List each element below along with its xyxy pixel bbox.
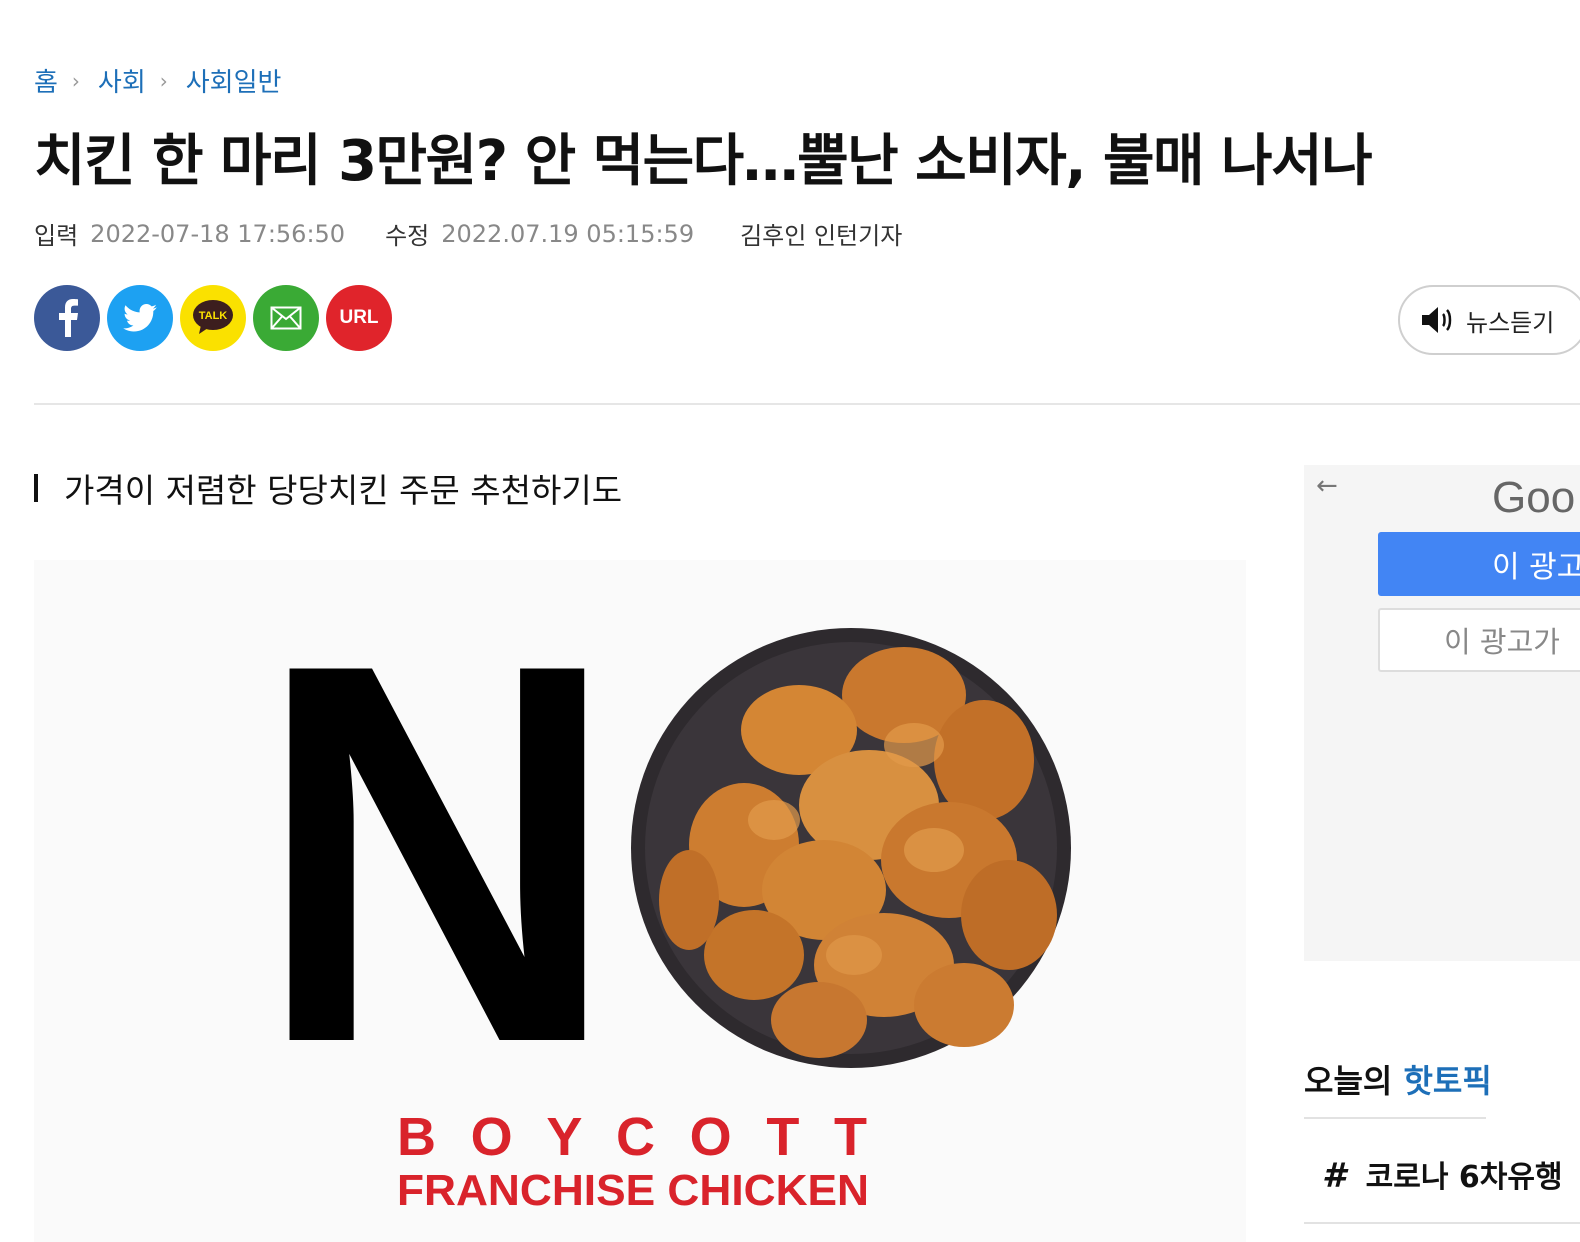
hot-topic-divider: [1304, 1222, 1580, 1224]
share-buttons: TALK URL: [34, 285, 392, 351]
arrow-left-icon[interactable]: ←: [1316, 471, 1338, 501]
speaker-icon: [1422, 307, 1452, 333]
article-meta: 입력 2022-07-18 17:56:50 수정 2022.07.19 05:…: [34, 216, 902, 251]
chevron-right-icon: ›: [71, 68, 80, 93]
url-copy-button[interactable]: URL: [326, 285, 392, 351]
ad-panel: ← Goo 이 광고 이 광고가: [1304, 465, 1580, 961]
input-label: 입력: [34, 222, 79, 250]
twitter-share-button[interactable]: [107, 285, 173, 351]
ad-brand-logo: Goo: [1492, 473, 1576, 522]
chevron-right-icon: ›: [159, 68, 168, 93]
kakaotalk-label: TALK: [198, 310, 228, 322]
hot-topics-title-prefix: 오늘의: [1304, 1062, 1404, 1100]
reporter-name[interactable]: 김후인 인턴기자: [740, 216, 902, 251]
mail-icon: [270, 306, 302, 330]
breadcrumb: 홈 › 사회 › 사회일반: [34, 62, 281, 99]
hot-topics-title-accent: 핫토픽: [1403, 1062, 1492, 1100]
article-photo: N B O Y C O T T FRANCHISE CHICKEN: [34, 560, 1246, 1242]
article-subheading: 가격이 저렴한 당당치킨 주문 추천하기도: [34, 464, 622, 512]
kakaotalk-share-button[interactable]: TALK: [180, 285, 246, 351]
franchise-chicken-line: FRANCHISE CHICKEN: [397, 1166, 869, 1215]
boycott-chicken-image: N B O Y C O T T FRANCHISE CHICKEN: [34, 560, 1246, 1242]
facebook-share-button[interactable]: [34, 285, 100, 351]
hot-topic-item[interactable]: # 코로나 6차유행: [1322, 1152, 1563, 1196]
hot-topic-label: 코로나 6차유행: [1365, 1160, 1563, 1195]
hot-topics-rule: [1304, 1117, 1486, 1119]
twitter-icon: [123, 304, 157, 332]
input-time: 2022-07-18 17:56:50: [90, 219, 346, 248]
subheading-text: 가격이 저렴한 당당치킨 주문 추천하기도: [64, 471, 623, 510]
header-divider: [34, 403, 1580, 405]
article-headline: 치킨 한 마리 3만원? 안 먹는다…뿔난 소비자, 불매 나서나: [34, 129, 1373, 194]
breadcrumb-home[interactable]: 홈: [34, 62, 58, 99]
breadcrumb-society-general[interactable]: 사회일반: [186, 62, 282, 99]
modified-time: 2022.07.19 05:15:59: [441, 219, 695, 248]
listen-news-button[interactable]: 뉴스듣기: [1398, 285, 1580, 355]
modified-label: 수정: [385, 222, 430, 250]
hashtag-icon: #: [1322, 1156, 1346, 1196]
ad-report-button[interactable]: 이 광고: [1378, 532, 1580, 596]
big-letter-n: N: [256, 560, 618, 1155]
subheading-bar: [34, 474, 38, 502]
mail-share-button[interactable]: [253, 285, 319, 351]
ad-why-button[interactable]: 이 광고가: [1378, 608, 1580, 672]
facebook-icon: [59, 299, 78, 337]
breadcrumb-society[interactable]: 사회: [98, 62, 146, 99]
hot-topics-title: 오늘의 핫토픽: [1304, 1056, 1492, 1102]
listen-label: 뉴스듣기: [1466, 308, 1555, 337]
